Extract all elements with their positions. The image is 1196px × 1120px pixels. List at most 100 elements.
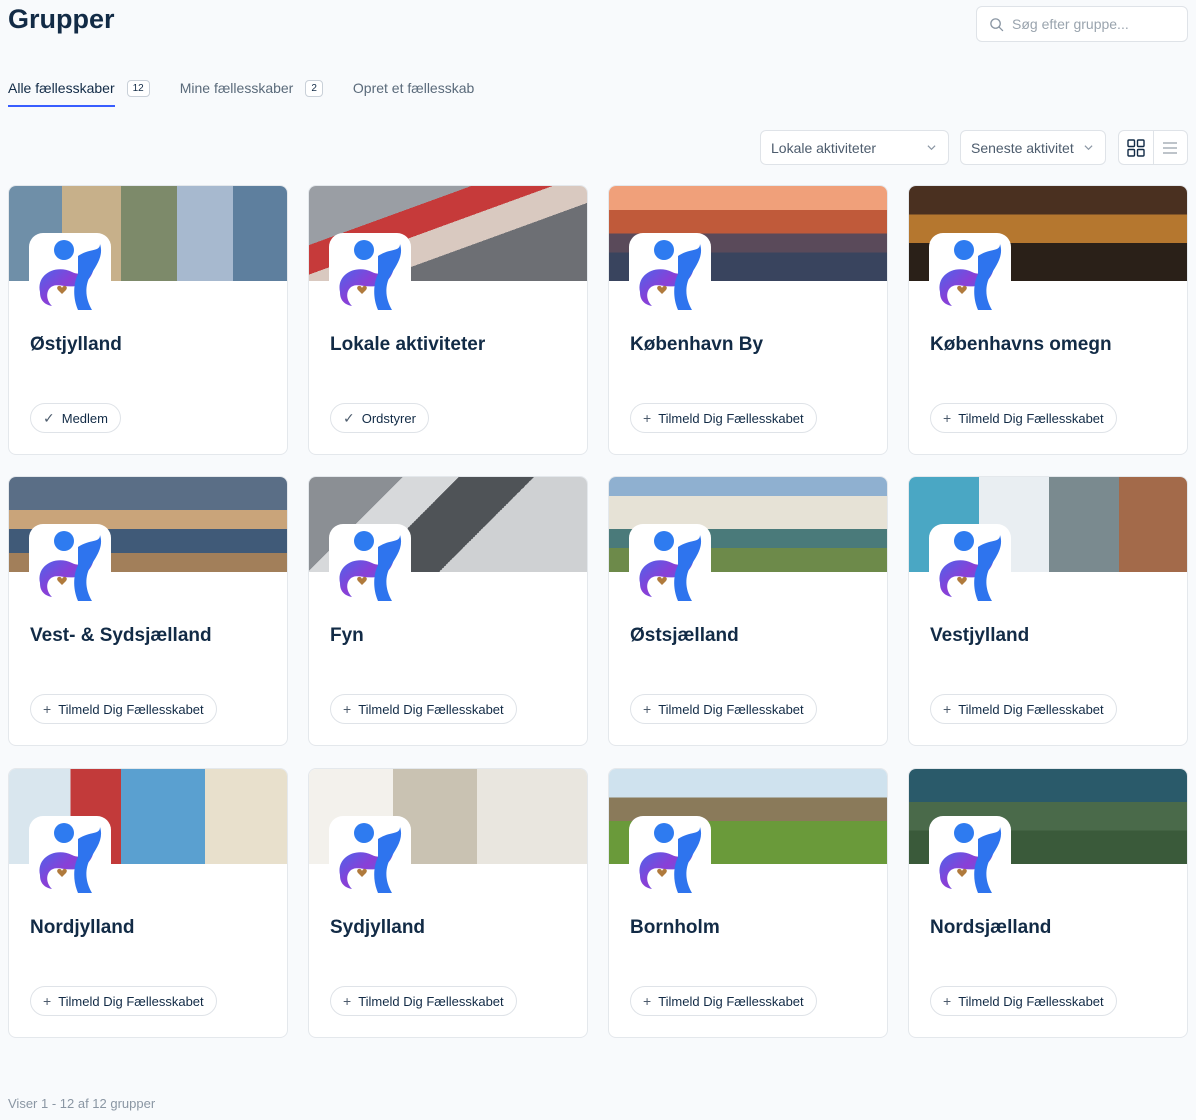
group-card[interactable]: Fyn + Tilmeld Dig Fællesskabet	[308, 476, 588, 746]
logo-icon	[334, 819, 406, 895]
button-label: Tilmeld Dig Fællesskabet	[58, 993, 204, 1009]
group-card[interactable]: Sydjylland + Tilmeld Dig Fællesskabet	[308, 768, 588, 1038]
button-label: Tilmeld Dig Fællesskabet	[658, 410, 804, 426]
group-avatar[interactable]	[629, 233, 711, 315]
order-select[interactable]: Seneste aktivitet	[960, 130, 1106, 165]
group-name[interactable]: Østjylland	[30, 334, 122, 356]
button-label: Tilmeld Dig Fællesskabet	[58, 701, 204, 717]
join-group-button[interactable]: + Tilmeld Dig Fællesskabet	[30, 694, 217, 724]
join-group-button[interactable]: + Tilmeld Dig Fællesskabet	[330, 694, 517, 724]
button-label: Tilmeld Dig Fællesskabet	[658, 993, 804, 1009]
group-card[interactable]: Bornholm + Tilmeld Dig Fællesskabet	[608, 768, 888, 1038]
group-name[interactable]: Nordjylland	[30, 917, 135, 939]
join-group-button[interactable]: + Tilmeld Dig Fællesskabet	[630, 694, 817, 724]
group-name[interactable]: Bornholm	[630, 917, 720, 939]
group-avatar[interactable]	[929, 816, 1011, 898]
logo-icon	[34, 527, 106, 603]
group-card[interactable]: Østsjælland + Tilmeld Dig Fællesskabet	[608, 476, 888, 746]
group-card[interactable]: Vest- & Sydsjælland + Tilmeld Dig Fællessk…	[8, 476, 288, 746]
group-name[interactable]: Vest- & Sydsjælland	[30, 625, 212, 647]
group-avatar[interactable]	[329, 816, 411, 898]
pagination-count: Viser 1 - 12 af 12 grupper	[8, 1096, 156, 1111]
group-name[interactable]: Sydjylland	[330, 917, 425, 939]
group-avatar[interactable]	[29, 524, 111, 606]
group-avatar[interactable]	[629, 524, 711, 606]
group-name[interactable]: Vestjylland	[930, 625, 1029, 647]
join-group-button[interactable]: + Tilmeld Dig Fællesskabet	[930, 403, 1117, 433]
plus-icon: +	[643, 410, 652, 426]
group-card[interactable]: Lokale aktiviteter ✓ Ordstyrer	[308, 185, 588, 455]
group-tabs: Alle fællesskaber 12 Mine fællesskaber 2…	[8, 76, 504, 107]
tab-my-groups[interactable]: Mine fællesskaber 2	[180, 76, 323, 100]
logo-icon	[34, 819, 106, 895]
check-icon: ✓	[343, 409, 355, 426]
button-label: Tilmeld Dig Fællesskabet	[958, 993, 1104, 1009]
logo-icon	[334, 236, 406, 312]
group-card[interactable]: Nordjylland + Tilmeld Dig Fællesskabet	[8, 768, 288, 1038]
tab-label: Alle fællesskaber	[8, 80, 115, 96]
logo-icon	[634, 236, 706, 312]
chevron-down-icon	[927, 145, 936, 151]
membership-status-button[interactable]: ✓ Medlem	[30, 403, 121, 433]
plus-icon: +	[643, 993, 652, 1009]
join-group-button[interactable]: + Tilmeld Dig Fællesskabet	[630, 403, 817, 433]
order-value: Seneste aktivitet	[971, 139, 1074, 156]
group-avatar[interactable]	[329, 524, 411, 606]
join-group-button[interactable]: + Tilmeld Dig Fællesskabet	[330, 986, 517, 1016]
plus-icon: +	[343, 993, 352, 1009]
button-label: Tilmeld Dig Fællesskabet	[958, 701, 1104, 717]
button-label: Medlem	[61, 410, 108, 426]
group-avatar[interactable]	[929, 233, 1011, 315]
logo-icon	[334, 527, 406, 603]
chevron-down-icon	[1084, 145, 1093, 151]
plus-icon: +	[43, 701, 52, 717]
group-avatar[interactable]	[329, 233, 411, 315]
logo-icon	[34, 236, 106, 312]
group-name[interactable]: Østsjælland	[630, 625, 739, 647]
group-avatar[interactable]	[29, 233, 111, 315]
button-label: Tilmeld Dig Fællesskabet	[958, 410, 1104, 426]
page-title: Grupper	[8, 4, 115, 34]
group-avatar[interactable]	[929, 524, 1011, 606]
group-name[interactable]: Fyn	[330, 625, 364, 647]
tab-all-groups[interactable]: Alle fællesskaber 12	[8, 76, 150, 107]
group-type-select[interactable]: Lokale aktiviteter	[760, 130, 949, 165]
tab-create-group[interactable]: Opret et fællesskab	[353, 76, 474, 100]
list-view-button[interactable]	[1152, 131, 1187, 164]
group-card[interactable]: Nordsjælland + Tilmeld Dig Fællesskabet	[908, 768, 1188, 1038]
group-name[interactable]: København By	[630, 334, 763, 356]
group-avatar[interactable]	[29, 816, 111, 898]
group-name[interactable]: Lokale aktiviteter	[330, 334, 485, 356]
group-card[interactable]: Vestjylland + Tilmeld Dig Fællesskabet	[908, 476, 1188, 746]
plus-icon: +	[943, 993, 952, 1009]
search-input[interactable]	[1012, 16, 1182, 32]
tab-label: Mine fællesskaber	[179, 80, 294, 96]
logo-icon	[934, 819, 1006, 895]
join-group-button[interactable]: + Tilmeld Dig Fællesskabet	[30, 986, 217, 1016]
grid-view-button[interactable]	[1119, 131, 1153, 164]
plus-icon: +	[643, 701, 652, 717]
grid-icon	[1127, 138, 1145, 157]
plus-icon: +	[943, 410, 952, 426]
group-type-value: Lokale aktiviteter	[771, 139, 877, 156]
logo-icon	[934, 527, 1006, 603]
membership-status-button[interactable]: ✓ Ordstyrer	[330, 403, 429, 433]
check-icon: ✓	[43, 409, 55, 426]
tab-label: Opret et fællesskab	[352, 80, 475, 96]
group-card[interactable]: Østjylland ✓ Medlem	[8, 185, 288, 455]
search-icon	[990, 17, 1004, 31]
group-avatar[interactable]	[629, 816, 711, 898]
join-group-button[interactable]: + Tilmeld Dig Fællesskabet	[930, 986, 1117, 1016]
search-box[interactable]	[976, 6, 1188, 42]
view-toggle	[1118, 130, 1188, 165]
plus-icon: +	[43, 993, 52, 1009]
group-card[interactable]: København By + Tilmeld Dig Fællesskabet	[608, 185, 888, 455]
plus-icon: +	[343, 701, 352, 717]
button-label: Tilmeld Dig Fællesskabet	[358, 993, 504, 1009]
group-card[interactable]: Københavns omegn + Tilmeld Dig Fællesskabe…	[908, 185, 1188, 455]
group-name[interactable]: Københavns omegn	[930, 334, 1112, 356]
join-group-button[interactable]: + Tilmeld Dig Fællesskabet	[930, 694, 1117, 724]
list-icon	[1163, 141, 1178, 154]
join-group-button[interactable]: + Tilmeld Dig Fællesskabet	[630, 986, 817, 1016]
group-name[interactable]: Nordsjælland	[930, 917, 1051, 939]
